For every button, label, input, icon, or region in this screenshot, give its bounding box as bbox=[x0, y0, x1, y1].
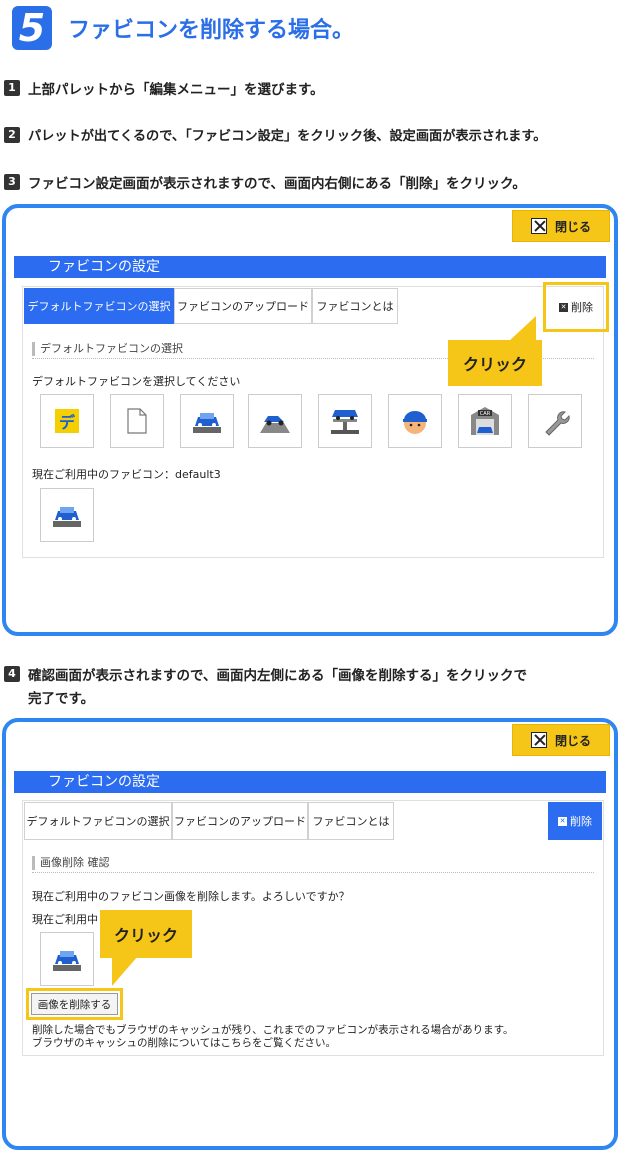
favicon-option-garage[interactable]: CAR bbox=[458, 394, 512, 448]
delete-button[interactable]: ✕ 削除 bbox=[548, 802, 602, 840]
yellow-de-icon: デ bbox=[55, 409, 79, 433]
cache-note-line2: ブラウザのキャッシュの削除についてはこちらをご覧ください。 bbox=[32, 1037, 336, 1049]
garage-car-icon: CAR bbox=[471, 407, 499, 435]
tab-favicon-upload[interactable]: ファビコンのアップロード bbox=[174, 288, 312, 324]
cache-note-line1: 削除した場合でもブラウザのキャッシュが残り、これまでのファビコンが表示される場合… bbox=[32, 1024, 514, 1036]
step-4-text-line1: 確認画面が表示されますので、画面内左側にある「画像を削除する」をクリックで bbox=[28, 668, 527, 684]
current-favicon-label-partial: 現在ご利用中 bbox=[32, 913, 98, 926]
close-label: 閉じる bbox=[554, 733, 591, 748]
callout-tail bbox=[508, 316, 536, 342]
step-1-badge: 1 bbox=[4, 80, 20, 96]
tab-default-favicon[interactable]: デフォルトファビコンの選択 bbox=[24, 802, 172, 840]
blank-document-icon bbox=[127, 408, 147, 434]
favicon-option-car-side[interactable] bbox=[248, 394, 302, 448]
settings-title-bar: ファビコンの設定 bbox=[14, 256, 606, 278]
section-title: 画像削除 確認 bbox=[32, 856, 110, 870]
step-3-text: ファビコン設定画面が表示されますので、画面内右側にある「削除」をクリック。 bbox=[28, 176, 526, 192]
tab-default-favicon[interactable]: デフォルトファビコンの選択 bbox=[24, 288, 174, 324]
favicon-option-car-front[interactable] bbox=[180, 394, 234, 448]
car-front-icon bbox=[53, 951, 81, 971]
page-title: ファビコンを削除する場合。 bbox=[68, 18, 355, 43]
car-front-icon bbox=[193, 413, 221, 433]
instruction-text: デフォルトファビコンを選択してください bbox=[32, 375, 241, 388]
favicon-option-de[interactable]: デ bbox=[40, 394, 94, 448]
step-1-text: 上部パレットから「編集メニュー」を選びます。 bbox=[28, 82, 324, 98]
step-2-badge: 2 bbox=[4, 127, 20, 143]
mechanic-face-icon bbox=[403, 411, 427, 434]
step-4-badge: 4 bbox=[4, 666, 20, 682]
favicon-option-car-lift[interactable] bbox=[318, 394, 372, 448]
section-divider bbox=[32, 872, 594, 873]
delete-image-button[interactable]: 画像を削除する bbox=[31, 993, 118, 1015]
svg-text:CAR: CAR bbox=[480, 411, 491, 417]
close-label: 閉じる bbox=[554, 219, 591, 234]
car-lift-icon bbox=[331, 410, 359, 434]
small-x-icon: ✕ bbox=[558, 816, 567, 826]
current-favicon-label: 現在ご利用中のファビコン：default3 bbox=[32, 468, 221, 481]
tab-about-favicon[interactable]: ファビコンとは bbox=[308, 802, 394, 840]
tab-favicon-upload[interactable]: ファビコンのアップロード bbox=[172, 802, 308, 840]
wrench-icon bbox=[545, 411, 570, 436]
step-4-text-line2: 完了です。 bbox=[28, 691, 95, 707]
settings-title-bar: ファビコンの設定 bbox=[14, 771, 606, 793]
confirm-text: 現在ご利用中のファビコン画像を削除します。よろしいですか？ bbox=[32, 890, 350, 903]
close-button[interactable]: 閉じる bbox=[512, 210, 610, 242]
step-2-text: パレットが出てくるので、「ファビコン設定」をクリック後、設定画面が表示されます。 bbox=[28, 129, 547, 144]
favicon-option-document[interactable] bbox=[110, 394, 164, 448]
car-side-icon bbox=[260, 416, 290, 433]
current-favicon-preview bbox=[40, 932, 94, 986]
tab-about-favicon[interactable]: ファビコンとは bbox=[312, 288, 398, 324]
current-favicon-preview bbox=[40, 488, 94, 542]
delete-label: 削除 bbox=[571, 301, 593, 314]
close-icon bbox=[530, 218, 547, 234]
click-callout: クリック bbox=[448, 340, 542, 386]
delete-label: 削除 bbox=[570, 815, 592, 828]
favicon-option-mechanic[interactable] bbox=[388, 394, 442, 448]
step-number-badge: 5 bbox=[12, 6, 52, 50]
favicon-option-wrench[interactable] bbox=[528, 394, 582, 448]
step-3-badge: 3 bbox=[4, 174, 20, 190]
car-front-icon bbox=[53, 507, 81, 527]
section-title: デフォルトファビコンの選択 bbox=[32, 342, 183, 356]
small-x-icon: ✕ bbox=[559, 302, 568, 312]
callout-tail bbox=[112, 956, 138, 986]
close-button[interactable]: 閉じる bbox=[512, 724, 610, 756]
close-icon bbox=[530, 732, 547, 748]
click-callout: クリック bbox=[100, 910, 192, 958]
svg-text:デ: デ bbox=[59, 413, 76, 432]
delete-button[interactable]: ✕ 削除 bbox=[548, 288, 604, 326]
